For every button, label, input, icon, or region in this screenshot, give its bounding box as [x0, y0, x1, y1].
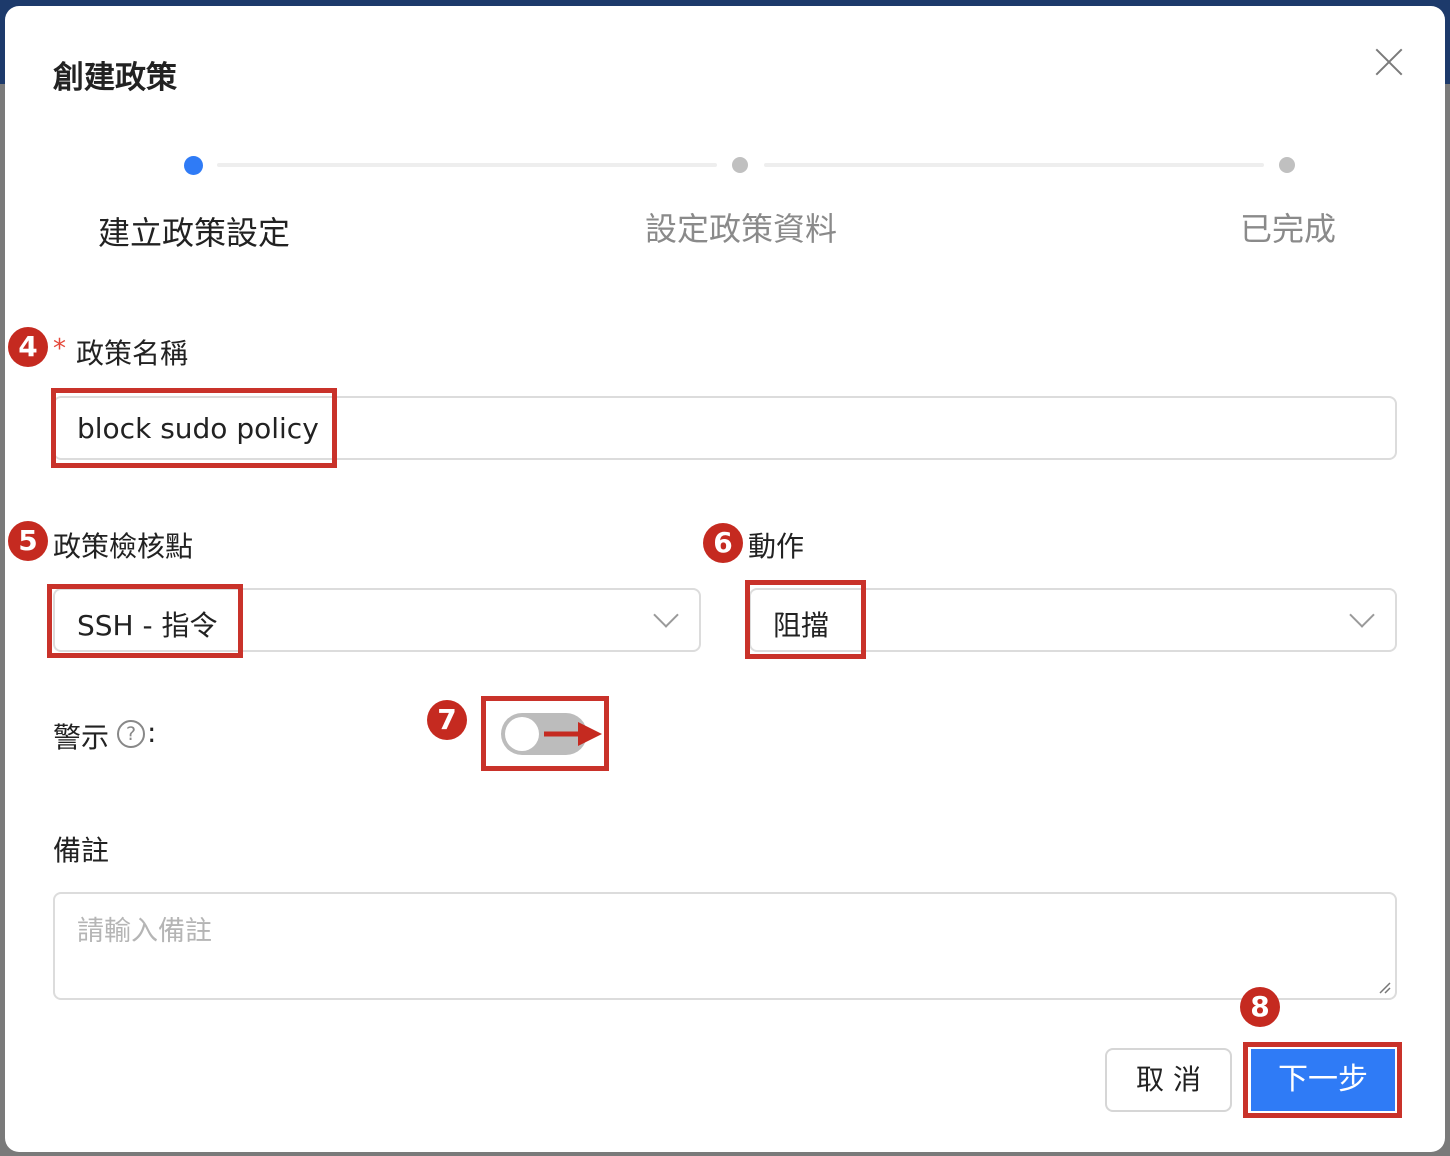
highlight-alert-toggle — [481, 696, 609, 771]
highlight-checkpoint — [47, 584, 243, 658]
highlight-action — [745, 580, 866, 659]
alert-colon: : — [147, 716, 157, 749]
annotation-badge-4: 4 — [8, 327, 48, 367]
step-3-dot — [1279, 157, 1295, 173]
notes-textarea[interactable] — [53, 892, 1397, 1000]
dialog-title: 創建政策 — [53, 60, 177, 96]
annotation-badge-6: 6 — [703, 523, 743, 563]
action-label: 動作 — [748, 530, 805, 563]
policy-name-label: 政策名稱 — [76, 337, 189, 370]
notes-placeholder: 請輸入備註 — [77, 916, 212, 947]
close-icon[interactable] — [1371, 44, 1407, 80]
highlight-next-button — [1243, 1042, 1402, 1118]
step-2-label: 設定政策資料 — [645, 210, 838, 248]
help-icon[interactable]: ? — [117, 720, 145, 748]
alert-label: 警示 — [53, 721, 110, 754]
annotation-badge-8: 8 — [1240, 987, 1280, 1027]
checkpoint-label: 政策檢核點 — [53, 530, 194, 563]
step-1-label: 建立政策設定 — [98, 214, 291, 252]
step-2-dot — [732, 157, 748, 173]
step-1-dot — [184, 156, 203, 175]
resize-handle-icon[interactable] — [1377, 980, 1391, 994]
annotation-badge-5: 5 — [8, 521, 48, 561]
notes-label: 備註 — [53, 834, 110, 867]
step-connector-2 — [764, 163, 1264, 167]
annotation-badge-7: 7 — [427, 700, 467, 740]
create-policy-dialog: 創建政策 建立政策設定 設定政策資料 已完成 4 * 政策名稱 block su… — [5, 6, 1445, 1152]
highlight-policy-name — [51, 388, 337, 468]
step-3-label: 已完成 — [1240, 210, 1337, 248]
step-connector-1 — [217, 163, 717, 167]
required-mark: * — [53, 334, 66, 364]
cancel-button[interactable]: 取 消 — [1105, 1048, 1232, 1112]
